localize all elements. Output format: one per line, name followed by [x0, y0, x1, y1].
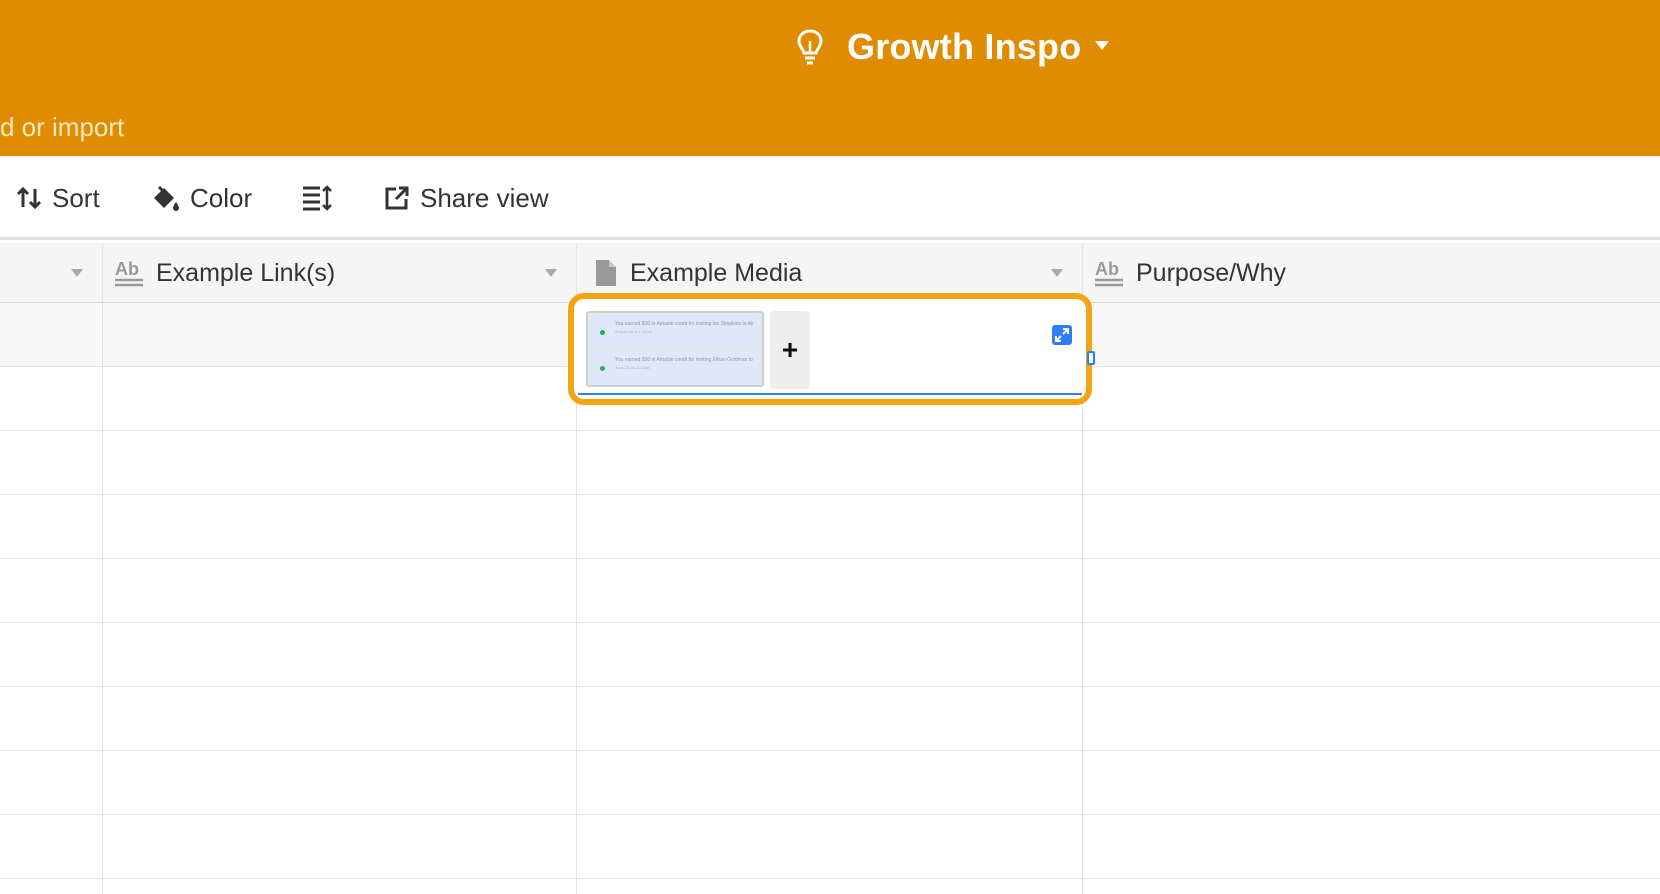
long-text-field-icon: Ab	[1095, 259, 1123, 287]
column-header-purpose-why[interactable]: Ab Purpose/Why	[1094, 243, 1286, 303]
column-name: Example Link(s)	[156, 258, 336, 287]
column-menu-caret[interactable]	[71, 269, 83, 277]
table-row[interactable]	[0, 431, 1660, 495]
table-row[interactable]	[0, 751, 1660, 815]
table-row[interactable]	[0, 687, 1660, 751]
color-button[interactable]: Color	[150, 180, 252, 216]
notification-preview: You earned $10 in Airtable credit for in…	[591, 352, 759, 385]
app-header: Growth Inspo d or import	[0, 0, 1660, 156]
table-row[interactable]	[0, 495, 1660, 559]
cell-inner: You earned $10 in Airtable credit for in…	[578, 303, 1082, 395]
expand-record-button[interactable]	[1052, 325, 1072, 345]
column-header-example-links[interactable]: Ab Example Link(s)	[114, 243, 335, 303]
svg-text:Ab: Ab	[1095, 259, 1119, 279]
sort-button[interactable]: Sort	[16, 180, 100, 216]
attachment-thumbnail[interactable]: You earned $10 in Airtable credit for in…	[586, 311, 764, 387]
long-text-field-icon: Ab	[115, 259, 143, 287]
view-toolbar: Sort Color Share view	[0, 156, 1660, 240]
status-dot-icon	[600, 330, 605, 335]
column-name: Purpose/Why	[1136, 258, 1287, 287]
fill-handle[interactable]	[1087, 351, 1095, 365]
paint-bucket-icon	[154, 185, 179, 211]
notification-text: You earned $10 in Airtable credit for in…	[615, 321, 753, 327]
column-menu-caret[interactable]	[545, 269, 557, 277]
column-divider	[102, 243, 103, 894]
row-height-icon	[303, 185, 332, 211]
table-row[interactable]	[0, 815, 1660, 879]
svg-text:Ab: Ab	[115, 259, 139, 279]
notification-preview: You earned $10 in Airtable credit for in…	[591, 316, 759, 349]
column-name: Example Media	[630, 258, 803, 287]
status-dot-icon	[600, 366, 605, 371]
add-or-import-link[interactable]: d or import	[0, 112, 124, 143]
share-view-label: Share view	[420, 182, 549, 213]
notification-text: You earned $10 in Airtable credit for in…	[615, 357, 753, 363]
base-title-button[interactable]: Growth Inspo	[795, 26, 1110, 68]
row-height-button[interactable]	[302, 180, 342, 216]
table-row[interactable]	[0, 623, 1660, 687]
add-attachment-button[interactable]: +	[770, 311, 810, 389]
share-icon	[385, 186, 409, 210]
base-title: Growth Inspo	[847, 26, 1082, 67]
sort-label: Sort	[52, 182, 100, 213]
notification-time: August 18 at 1:15pm	[615, 329, 652, 334]
expand-icon	[1055, 328, 1069, 342]
lightbulb-icon	[797, 29, 823, 65]
active-attachment-cell[interactable]: You earned $10 in Airtable credit for in…	[568, 293, 1095, 405]
column-menu-caret[interactable]	[1051, 269, 1063, 277]
color-label: Color	[190, 182, 253, 213]
attachment-field-icon	[596, 260, 616, 286]
chevron-down-icon	[1095, 40, 1110, 50]
share-view-button[interactable]: Share view	[384, 180, 549, 216]
sort-icon	[16, 186, 42, 210]
table-row[interactable]	[0, 559, 1660, 623]
notification-time: June 24 at 12:18am	[615, 365, 651, 370]
